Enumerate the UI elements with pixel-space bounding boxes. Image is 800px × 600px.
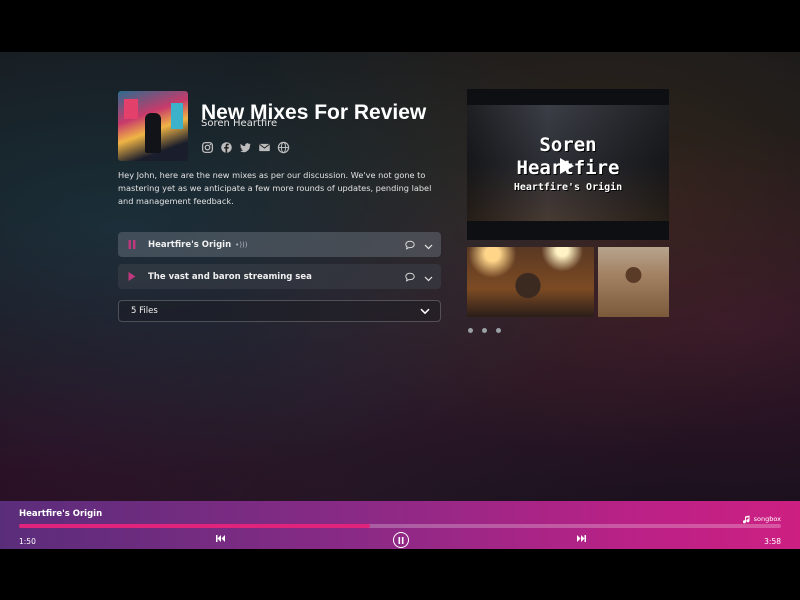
files-dropdown[interactable]: 5 Files [118, 300, 441, 322]
elapsed-time: 1:50 [19, 537, 36, 546]
web-icon[interactable] [277, 141, 290, 154]
brand-name: songbox [753, 514, 781, 523]
track-row-2[interactable]: The vast and baron streaming sea [118, 264, 441, 289]
pagination-dot[interactable] [496, 328, 501, 333]
pause-icon[interactable] [128, 240, 140, 249]
track-name: The vast and baron streaming sea [148, 271, 312, 282]
now-playing-title: Heartfire's Origin [19, 509, 103, 519]
social-links [201, 141, 290, 154]
files-label: 5 Files [131, 306, 158, 316]
cover-figure [145, 113, 161, 153]
video-title-line-3: Heartfire's Origin [513, 182, 623, 193]
audio-player-bar: Heartfire's Origin songbox 1:50 3:58 [0, 501, 800, 549]
play-icon[interactable] [559, 157, 575, 179]
chevron-down-icon[interactable] [424, 235, 433, 254]
facebook-icon[interactable] [220, 141, 233, 154]
next-track-button[interactable] [577, 535, 586, 542]
total-time: 3:58 [764, 537, 781, 546]
chevron-down-icon[interactable] [424, 267, 433, 286]
pagination-dot[interactable] [468, 328, 473, 333]
sound-wave-icon: •))) [235, 240, 248, 249]
gallery-image-2[interactable] [598, 247, 669, 317]
comment-icon[interactable] [405, 267, 415, 286]
cover-sign-right [171, 103, 183, 129]
main-content: New Mixes For Review Soren Heartfire Hey… [0, 52, 800, 502]
comment-icon[interactable] [405, 235, 415, 254]
pagination-dot[interactable] [482, 328, 487, 333]
track-name: Heartfire's Origin [148, 239, 232, 250]
play-icon[interactable] [128, 272, 140, 281]
review-description: Hey John, here are the new mixes as per … [118, 170, 432, 206]
progress-fill [19, 524, 370, 528]
artist-name: Soren Heartfire [201, 118, 278, 129]
twitter-icon[interactable] [239, 141, 252, 154]
cover-sign-left [124, 99, 138, 119]
track-row-1[interactable]: Heartfire's Origin •))) [118, 232, 441, 257]
progress-bar[interactable] [19, 524, 781, 528]
email-icon[interactable] [258, 141, 271, 154]
pause-button[interactable] [393, 532, 409, 548]
gallery-pagination [468, 328, 501, 333]
album-cover [118, 91, 188, 161]
previous-track-button[interactable] [216, 535, 225, 542]
chevron-down-icon [420, 308, 430, 315]
gallery-image-1[interactable] [467, 247, 594, 317]
video-title-line-1: Soren [539, 134, 597, 156]
background-stage: New Mixes For Review Soren Heartfire Hey… [0, 52, 800, 549]
instagram-icon[interactable] [201, 141, 214, 154]
video-player[interactable]: Soren Heartfire Heartfire's Origin [467, 89, 669, 240]
